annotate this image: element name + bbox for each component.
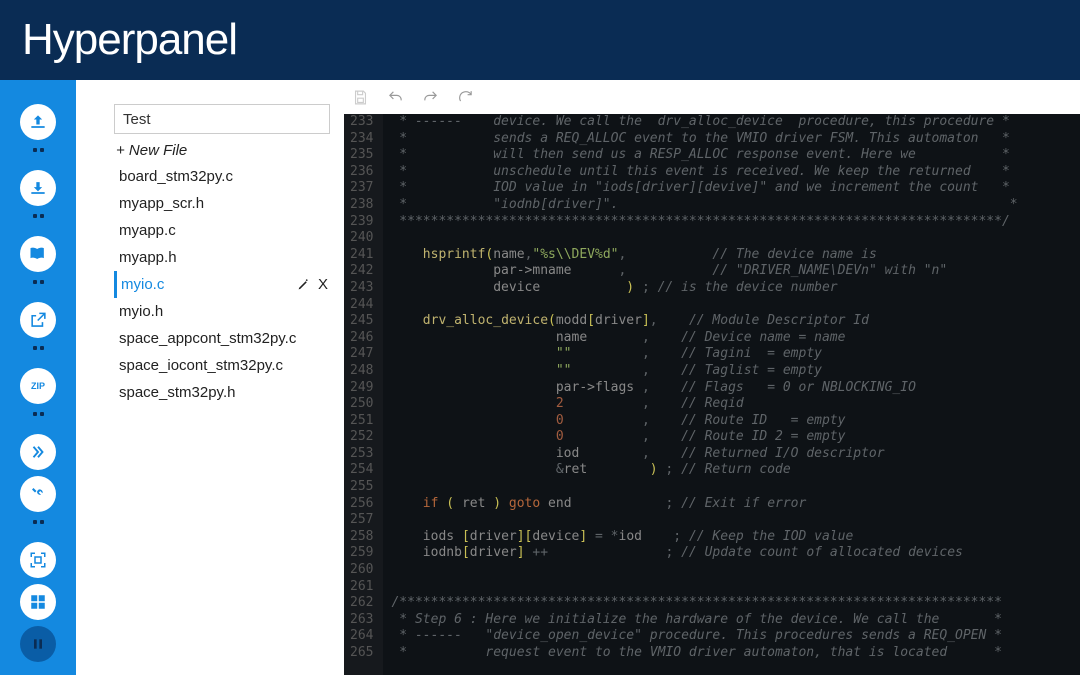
sidebar-focus[interactable] xyxy=(20,542,56,578)
editor-area: 2332342352362372382392402412422432442452… xyxy=(344,80,1080,675)
redo-button[interactable] xyxy=(422,89,439,106)
file-item[interactable]: myio.c X xyxy=(114,271,330,298)
file-list: board_stm32py.c myapp_scr.h myapp.c myapp.h… xyxy=(114,163,330,406)
file-name: space_stm32py.h xyxy=(119,384,235,401)
file-name: myio.h xyxy=(119,303,163,320)
project-name-input[interactable] xyxy=(114,104,330,134)
file-item[interactable]: myapp.c xyxy=(114,217,330,244)
sidebar-dots xyxy=(20,148,56,152)
file-name: space_iocont_stm32py.c xyxy=(119,357,283,374)
file-item[interactable]: space_appcont_stm32py.c xyxy=(114,325,330,352)
sidebar-dots xyxy=(20,412,56,416)
app-title: Hyperpanel xyxy=(22,15,237,65)
refresh-button[interactable] xyxy=(457,89,474,106)
main-area: ZIP + New File board_stm32py.c myapp_scr.… xyxy=(0,80,1080,675)
app-header: Hyperpanel xyxy=(0,0,1080,80)
sidebar-upload[interactable] xyxy=(20,104,56,140)
edit-icon[interactable] xyxy=(297,278,310,291)
new-file-button[interactable]: + New File xyxy=(114,138,330,163)
file-name: myapp_scr.h xyxy=(119,195,204,212)
sidebar-layout[interactable] xyxy=(20,584,56,620)
sidebar-tools[interactable] xyxy=(20,476,56,512)
sidebar-dots xyxy=(20,520,56,524)
sidebar-forward[interactable] xyxy=(20,434,56,470)
editor-toolbar xyxy=(344,80,1080,114)
content: + New File board_stm32py.c myapp_scr.hmya… xyxy=(76,80,1080,675)
sidebar-zip[interactable]: ZIP xyxy=(20,368,56,404)
sidebar: ZIP xyxy=(0,80,76,675)
code-content[interactable]: * ------ device. We call the drv_alloc_d… xyxy=(383,114,1017,675)
file-name: myapp.h xyxy=(119,249,177,266)
file-item[interactable]: myapp_scr.h xyxy=(114,190,330,217)
code-editor[interactable]: 2332342352362372382392402412422432442452… xyxy=(344,114,1080,675)
file-item[interactable]: myio.h xyxy=(114,298,330,325)
file-item[interactable]: board_stm32py.c xyxy=(114,163,330,190)
undo-button[interactable] xyxy=(387,89,404,106)
workspace: + New File board_stm32py.c myapp_scr.hmya… xyxy=(76,80,1080,675)
file-item[interactable]: space_stm32py.h xyxy=(114,379,330,406)
sidebar-export[interactable] xyxy=(20,302,56,338)
file-item[interactable]: myapp.h xyxy=(114,244,330,271)
sidebar-book[interactable] xyxy=(20,236,56,272)
sidebar-dots xyxy=(20,214,56,218)
sidebar-download[interactable] xyxy=(20,170,56,206)
file-name: myio.c xyxy=(121,276,164,293)
sidebar-pause[interactable] xyxy=(20,626,56,662)
file-name: space_appcont_stm32py.c xyxy=(119,330,296,347)
save-button[interactable] xyxy=(352,89,369,106)
sidebar-dots xyxy=(20,280,56,284)
sidebar-dots xyxy=(20,346,56,350)
file-name: myapp.c xyxy=(119,222,176,239)
close-file-button[interactable]: X xyxy=(318,276,328,293)
line-gutter: 2332342352362372382392402412422432442452… xyxy=(344,114,383,675)
file-item[interactable]: space_iocont_stm32py.c xyxy=(114,352,330,379)
file-name: board_stm32py.c xyxy=(119,168,233,185)
file-panel: + New File board_stm32py.c myapp_scr.hmya… xyxy=(76,80,344,675)
